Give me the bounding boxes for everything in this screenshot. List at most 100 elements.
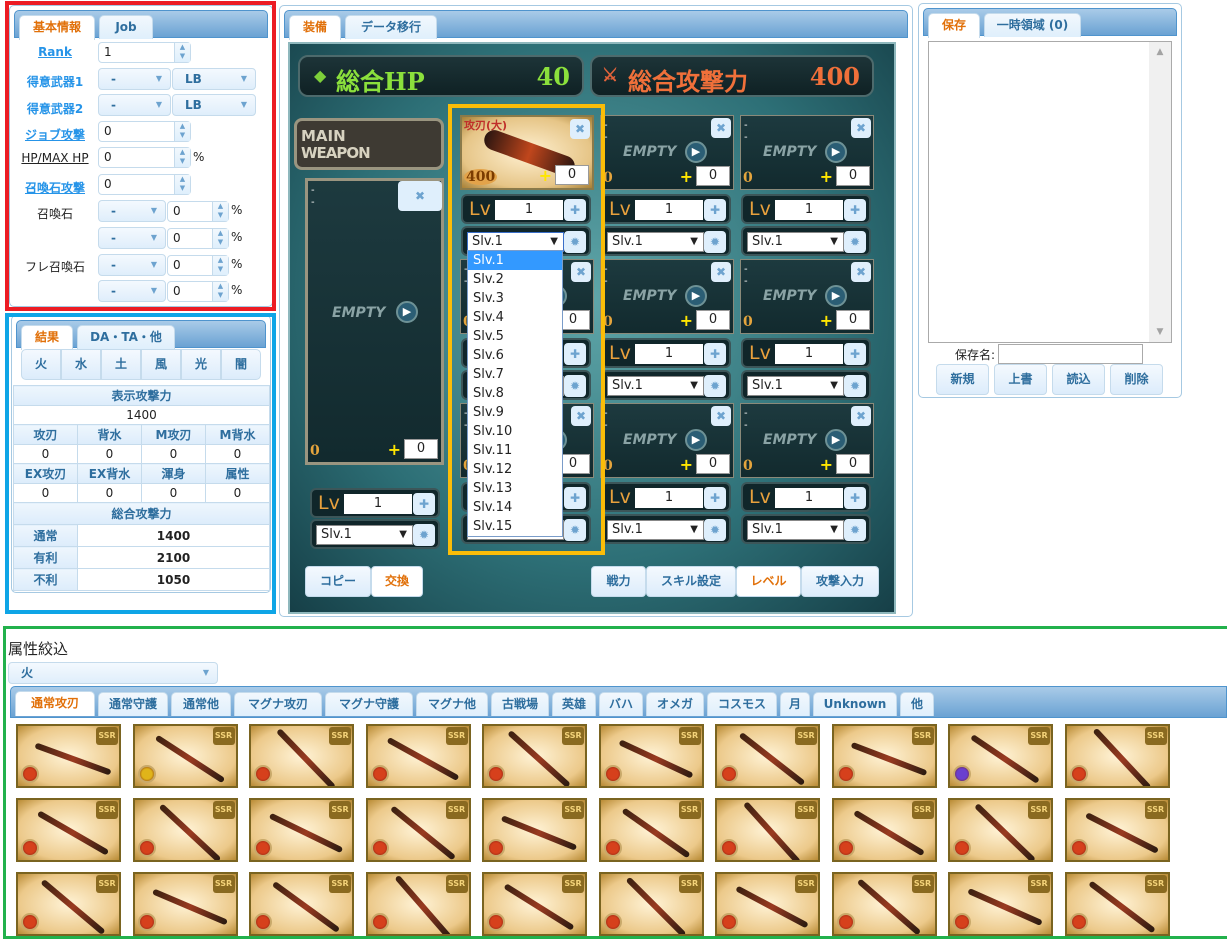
weapon-card[interactable]: SSR [132, 872, 238, 936]
weapon-card[interactable]: SSR [831, 798, 937, 862]
weapon-card[interactable]: SSR [598, 798, 704, 862]
slot-lv-input[interactable]: 1 [775, 200, 843, 220]
weapon-card[interactable]: SSR [598, 872, 704, 936]
weapon-slot-card[interactable]: -- EMPTY ▶ 0 ✖ +0 [600, 403, 734, 478]
job-atk-label[interactable]: ジョブ攻撃 [15, 126, 95, 143]
hp-input[interactable]: 0 ▲ ▼ [98, 147, 191, 168]
weapon-card[interactable]: SSR [249, 872, 354, 936]
gear-icon[interactable]: ✹ [844, 375, 866, 397]
plus-icon[interactable]: ✚ [704, 343, 726, 365]
slv-option[interactable]: Slv.9 [468, 403, 562, 422]
friend-percent-input[interactable]: 0 ▲ ▼ [167, 281, 229, 302]
weapon-tab-7[interactable]: 英雄 [552, 692, 596, 716]
slot-lv-input[interactable]: 1 [495, 200, 563, 220]
weapon-card[interactable]: SSR [715, 798, 820, 862]
weapon1-type-select[interactable]: - ▼ [98, 68, 171, 90]
weapon-tab-5[interactable]: マグナ他 [416, 692, 488, 716]
save-name-input[interactable] [998, 344, 1143, 364]
slot-lv-input[interactable]: 1 [775, 344, 843, 364]
plus-icon[interactable]: ✚ [844, 199, 866, 221]
remove-icon[interactable]: ✖ [851, 262, 871, 282]
slot-slv-select[interactable]: Slv.1 ▼ [747, 520, 844, 540]
slv-option[interactable]: Slv.15 [468, 517, 562, 536]
summon-select[interactable]: - ▼ [98, 200, 166, 222]
tab-equip[interactable]: 装備 [289, 15, 341, 40]
weapon-tab-10[interactable]: コスモス [707, 692, 777, 716]
weapon-card[interactable]: SSR [715, 872, 820, 936]
slv-option[interactable]: Slv.8 [468, 384, 562, 403]
gear-icon[interactable]: ✹ [413, 524, 435, 546]
element-button-2[interactable]: 土 [101, 349, 141, 380]
main-lv-input[interactable]: 1 [344, 494, 412, 514]
weapon-card[interactable]: SSR [948, 872, 1053, 936]
rank-input[interactable]: 1 ▲ ▼ [98, 42, 191, 63]
weapon-card[interactable]: SSR [16, 798, 121, 862]
tab-save[interactable]: 保存 [928, 13, 980, 38]
slot-slv-select[interactable]: Slv.1 ▼ [607, 376, 704, 396]
weapon-card[interactable]: SSR [365, 872, 471, 936]
slot-plus-input[interactable]: 0 [696, 310, 730, 330]
weapon-card[interactable]: SSR [948, 724, 1053, 788]
plus-icon[interactable]: ✚ [704, 487, 726, 509]
weapon-slot-card[interactable]: -- EMPTY ▶ 0 ✖ +0 [600, 259, 734, 334]
spinner-arrows[interactable]: ▲ ▼ [174, 148, 190, 167]
remove-icon[interactable]: ✖ [570, 119, 590, 139]
spinner-arrows[interactable]: ▲ ▼ [212, 282, 228, 301]
spinner-arrows[interactable]: ▲ ▼ [212, 229, 228, 248]
gear-icon[interactable]: ✹ [704, 231, 726, 253]
weapon-tab-11[interactable]: 月 [780, 692, 810, 716]
equip-0-button[interactable]: コピー [305, 566, 371, 597]
weapon-tab-3[interactable]: マグナ攻刃 [234, 692, 322, 716]
weapon-card[interactable]: SSR [598, 724, 704, 788]
main-plus-input[interactable]: 0 [404, 439, 438, 459]
slv-option[interactable]: Slv.5 [468, 327, 562, 346]
weapon-card[interactable]: SSR [365, 798, 471, 862]
gear-icon[interactable]: ✹ [704, 519, 726, 541]
slot-slv-select[interactable]: Slv.1 ▼ [607, 232, 704, 252]
slot-slv-select[interactable]: Slv.1 ▼ [467, 232, 564, 252]
slot-lv-input[interactable]: 1 [635, 344, 703, 364]
summon-atk-label[interactable]: 召喚石攻撃 [15, 179, 95, 196]
spinner-arrows[interactable]: ▲ ▼ [174, 175, 190, 194]
summon-select[interactable]: - ▼ [98, 227, 166, 249]
weapon-card[interactable]: SSR [1064, 798, 1170, 862]
element-filter-select[interactable]: 火 ▼ [8, 662, 218, 684]
weapon-slot-card[interactable]: -- EMPTY ▶ 0 ✖ +0 [740, 115, 874, 190]
element-button-5[interactable]: 闇 [221, 349, 261, 380]
slv-option[interactable]: Slv.1 [468, 251, 562, 270]
spinner-arrows[interactable]: ▲ ▼ [174, 43, 190, 62]
weapon-tab-4[interactable]: マグナ守護 [325, 692, 413, 716]
weapon-card[interactable]: SSR [715, 724, 820, 788]
slv-option[interactable]: Slv.12 [468, 460, 562, 479]
friend-percent-input[interactable]: 0 ▲ ▼ [167, 255, 229, 276]
play-icon[interactable]: ▶ [825, 429, 847, 451]
weapon-tab-1[interactable]: 通常守護 [98, 692, 168, 716]
weapon-tab-2[interactable]: 通常他 [171, 692, 231, 716]
spinner-arrows[interactable]: ▲ ▼ [212, 202, 228, 221]
spinner-arrows[interactable]: ▲ ▼ [212, 256, 228, 275]
save-button-0[interactable]: 新規 [936, 364, 989, 395]
slv-option[interactable]: Slv.11 [468, 441, 562, 460]
element-button-3[interactable]: 風 [141, 349, 181, 380]
remove-icon[interactable]: ✖ [571, 262, 591, 282]
save-button-3[interactable]: 削除 [1110, 364, 1163, 395]
weapon-card[interactable]: SSR [249, 724, 354, 788]
friend-select[interactable]: - ▼ [98, 280, 166, 302]
weapon1-lb-select[interactable]: LB ▼ [172, 68, 256, 90]
save-list[interactable]: ▲ ▼ [928, 41, 1172, 343]
weapon-card[interactable]: SSR [948, 798, 1053, 862]
equip-1-button[interactable]: 交換 [371, 566, 423, 597]
weapon2-lb-select[interactable]: LB ▼ [172, 94, 256, 116]
tab-result[interactable]: 結果 [21, 325, 73, 350]
remove-icon[interactable]: ✖ [711, 262, 731, 282]
slv-dropdown-list[interactable]: Slv.1 Slv.2 Slv.3 Slv.4 Slv.5 Slv.6 Slv.7 Slv.8… [467, 250, 563, 537]
element-button-1[interactable]: 水 [61, 349, 101, 380]
slv-option[interactable]: Slv.13 [468, 479, 562, 498]
weapon-card[interactable]: SSR [1064, 872, 1170, 936]
weapon-tab-6[interactable]: 古戦場 [491, 692, 549, 716]
slot-plus-input[interactable]: 0 [836, 310, 870, 330]
play-icon[interactable]: ▶ [825, 141, 847, 163]
slv-option[interactable]: Slv.10 [468, 422, 562, 441]
equip-view-button-0[interactable]: 戦力 [591, 566, 646, 597]
scrollbar[interactable]: ▲ ▼ [1149, 42, 1171, 342]
